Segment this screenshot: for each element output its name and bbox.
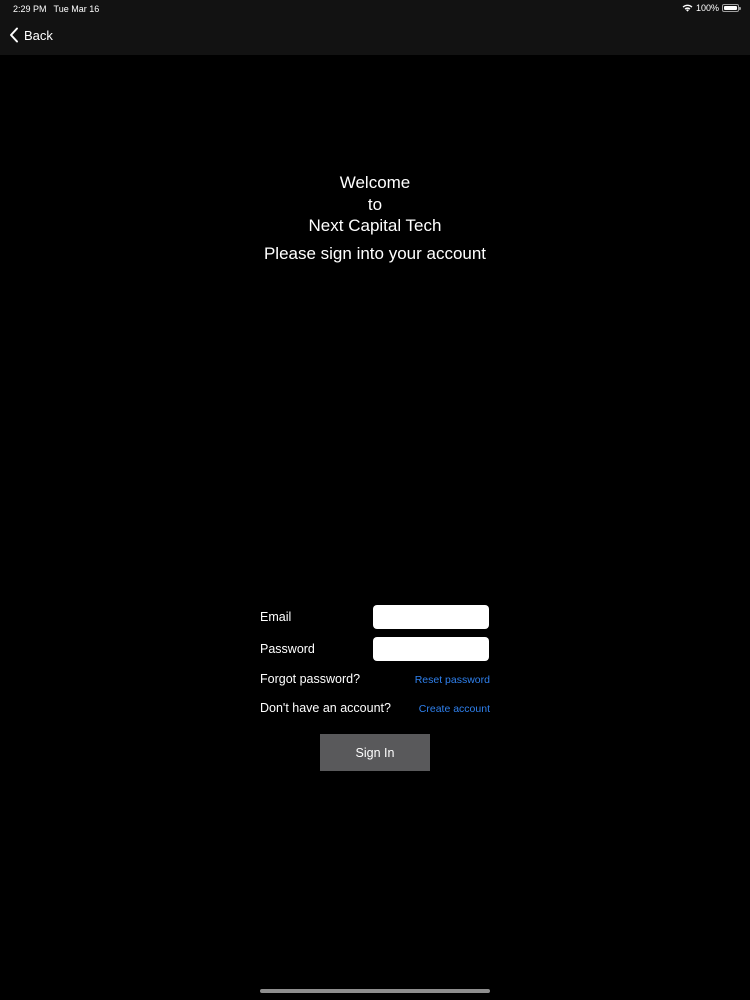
create-account-row: Don't have an account? Create account bbox=[260, 698, 490, 720]
welcome-line-1: Welcome bbox=[339, 173, 411, 192]
email-field[interactable] bbox=[373, 605, 489, 629]
password-label: Password bbox=[260, 642, 315, 656]
status-time: 2:29 PM bbox=[13, 4, 47, 14]
password-field[interactable] bbox=[373, 637, 489, 661]
create-account-link[interactable]: Create account bbox=[419, 703, 490, 715]
battery-icon bbox=[722, 3, 742, 13]
sign-in-subtitle: Please sign into your account bbox=[263, 244, 487, 263]
welcome-heading: Welcome to Next Capital Tech bbox=[0, 172, 750, 237]
welcome-line-3: Next Capital Tech bbox=[308, 216, 442, 235]
navigation-bar: Back bbox=[0, 18, 750, 55]
status-date: Tue Mar 16 bbox=[53, 4, 100, 14]
status-right: 100% bbox=[682, 3, 742, 13]
forgot-password-text: Forgot password? bbox=[260, 672, 361, 686]
status-left: 2:29 PM Tue Mar 16 bbox=[13, 4, 99, 14]
welcome-line-2: to bbox=[367, 194, 383, 214]
back-button[interactable]: Back bbox=[9, 27, 53, 43]
status-bar: 2:29 PM Tue Mar 16 100% bbox=[0, 0, 750, 18]
home-indicator bbox=[260, 989, 490, 993]
forgot-password-row: Forgot password? Reset password bbox=[260, 669, 490, 691]
chevron-left-icon bbox=[9, 27, 19, 43]
back-label: Back bbox=[24, 27, 53, 43]
reset-password-link[interactable]: Reset password bbox=[415, 674, 490, 686]
no-account-text: Don't have an account? bbox=[260, 701, 391, 715]
login-screen: 2:29 PM Tue Mar 16 100% Back Welcome to … bbox=[0, 0, 750, 1000]
sign-in-button[interactable]: Sign In bbox=[320, 734, 430, 771]
email-label: Email bbox=[260, 610, 292, 624]
battery-percent: 100% bbox=[695, 3, 719, 13]
wifi-icon bbox=[682, 4, 693, 12]
